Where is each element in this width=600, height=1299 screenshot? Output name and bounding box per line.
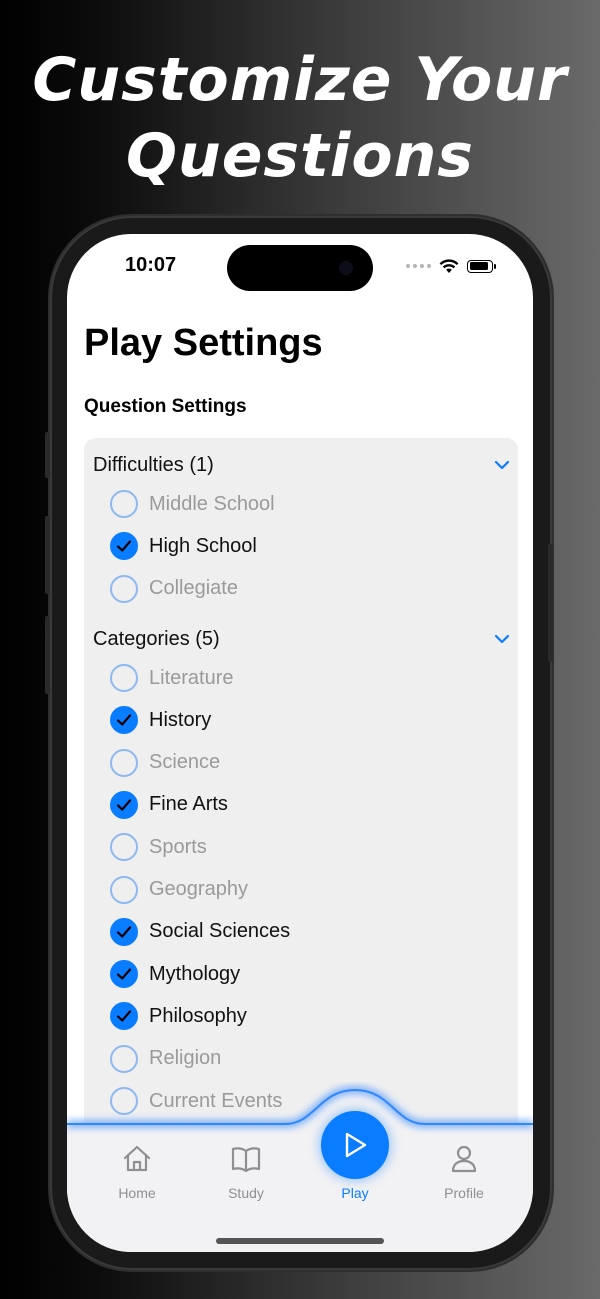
list-item-label: Middle School: [149, 492, 275, 515]
list-item-label: Social Sciences: [149, 920, 291, 943]
dynamic-island: [227, 245, 373, 291]
checkmark-circle-icon[interactable]: [110, 1002, 138, 1031]
play-button[interactable]: [321, 1111, 389, 1179]
categories-header[interactable]: Categories (5): [93, 624, 513, 654]
list-item-label: Philosophy: [149, 1004, 247, 1027]
play-icon: [345, 1132, 367, 1158]
checkmark-circle-icon[interactable]: [110, 790, 138, 819]
empty-circle-icon[interactable]: [110, 664, 138, 692]
list-item[interactable]: Philosophy: [110, 999, 247, 1033]
status-time: 10:07: [125, 254, 177, 276]
list-item-label: Collegiate: [149, 577, 238, 600]
checkmark-circle-icon[interactable]: [110, 960, 138, 989]
checkmark-circle-icon[interactable]: [110, 532, 138, 561]
list-item-label: Sports: [149, 835, 207, 858]
checkmark-circle-icon[interactable]: [110, 706, 138, 735]
difficulties-header[interactable]: Difficulties (1): [93, 450, 513, 480]
camera-icon: [339, 261, 353, 275]
list-item-label: High School: [149, 534, 257, 557]
list-item-label: Geography: [149, 878, 248, 900]
chevron-down-icon: [494, 460, 510, 470]
list-item-label: Fine Arts: [149, 793, 228, 816]
empty-circle-icon[interactable]: [110, 833, 138, 862]
question-settings-card: Difficulties (1) Middle School High Schoo…: [84, 438, 518, 1158]
difficulties-header-label: Difficulties (1): [93, 453, 214, 476]
list-item[interactable]: Mythology: [110, 957, 240, 991]
list-item[interactable]: High School: [110, 529, 257, 563]
tab-study-label[interactable]: Study: [201, 1185, 291, 1201]
empty-circle-icon[interactable]: [110, 875, 138, 904]
promo-headline-line1: Customize Your: [32, 45, 568, 115]
list-item[interactable]: Social Sciences: [110, 915, 290, 949]
section-title: Question Settings: [84, 396, 247, 417]
status-icons: [406, 258, 496, 274]
list-item[interactable]: Fine Arts: [110, 788, 228, 822]
action-button: [45, 432, 50, 478]
tab-profile-label[interactable]: Profile: [419, 1185, 509, 1201]
page-title: Play Settings: [84, 322, 323, 364]
chevron-down-icon: [494, 634, 510, 644]
categories-header-label: Categories (5): [93, 627, 220, 650]
list-item[interactable]: Religion: [110, 1042, 221, 1076]
battery-icon: [467, 259, 496, 273]
tab-home-label[interactable]: Home: [92, 1185, 182, 1201]
power-button: [548, 544, 553, 662]
tab-play-label[interactable]: Play: [310, 1185, 400, 1201]
empty-circle-icon[interactable]: [110, 748, 138, 777]
wifi-icon: [439, 258, 459, 273]
volume-up-button: [45, 516, 50, 594]
list-item-label: Literature: [149, 666, 234, 689]
list-item[interactable]: History: [110, 703, 211, 737]
home-indicator[interactable]: [216, 1238, 384, 1244]
list-item-label: Religion: [149, 1047, 222, 1070]
list-item[interactable]: Middle School: [110, 487, 275, 521]
list-item[interactable]: Literature: [110, 661, 234, 695]
list-item[interactable]: Sports: [110, 830, 207, 864]
phone-screen: 10:07 Play Settings Question Settings Di…: [67, 234, 533, 1252]
person-icon[interactable]: [447, 1142, 481, 1176]
empty-circle-icon[interactable]: [110, 1044, 138, 1073]
volume-down-button: [45, 616, 50, 694]
list-item[interactable]: Geography: [110, 873, 248, 907]
list-item[interactable]: Science: [110, 746, 220, 780]
checkmark-circle-icon[interactable]: [110, 917, 138, 946]
list-item-label: History: [149, 708, 212, 731]
empty-circle-icon[interactable]: [110, 574, 138, 603]
cellular-signal-icon: [406, 264, 431, 268]
list-item-label: Mythology: [149, 962, 241, 985]
list-item-label: Science: [149, 751, 221, 774]
book-icon[interactable]: [229, 1142, 263, 1176]
empty-circle-icon[interactable]: [110, 490, 138, 518]
promo-headline-line2: Questions: [125, 121, 475, 191]
list-item[interactable]: Collegiate: [110, 572, 238, 606]
house-icon[interactable]: [120, 1142, 154, 1176]
